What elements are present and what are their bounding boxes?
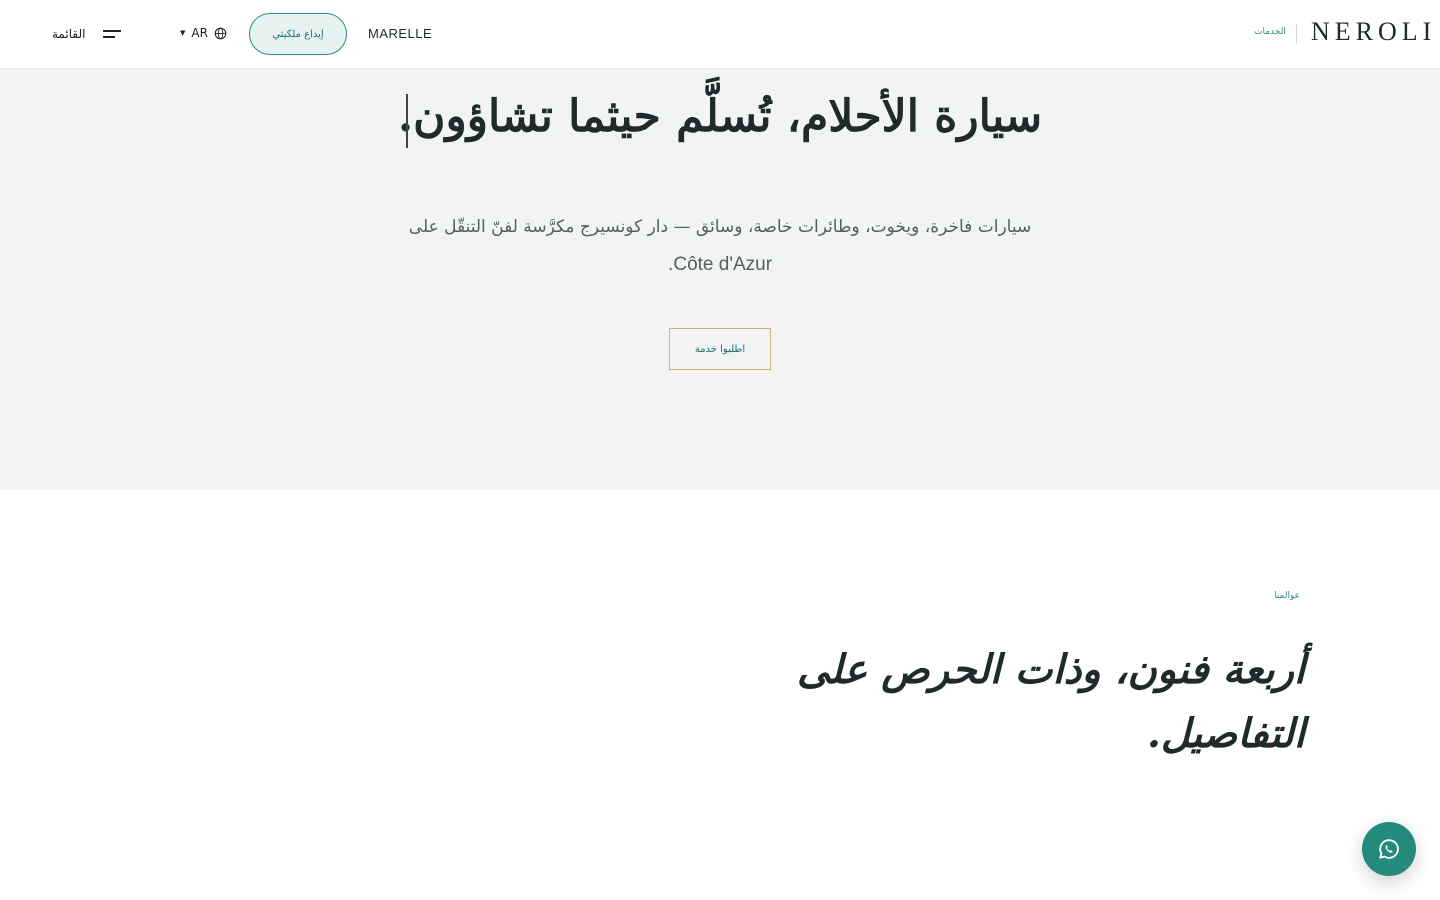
language-selector[interactable]: ▼ AR <box>180 24 227 42</box>
site-header: القائمة ▼ AR إيداع ملكيتي MARELLE الخدما… <box>0 0 1440 69</box>
hero-title: سيارة الأحلام، تُسلَّم حيثما تشاؤون. <box>397 91 1043 142</box>
hero-subtitle-place: Côte d'Azur <box>673 254 773 275</box>
services-link[interactable]: الخدمات <box>1254 27 1286 37</box>
deposit-property-button[interactable]: إيداع ملكيتي <box>249 13 347 55</box>
globe-icon <box>214 27 227 39</box>
whatsapp-icon <box>1379 839 1399 859</box>
logo-divider <box>1296 24 1297 44</box>
whatsapp-button[interactable] <box>1362 822 1416 876</box>
section-title: أربعة فنون، وذات الحرص على التفاصيل. <box>796 646 1305 757</box>
hero-subtitle-text: سيارات فاخرة، ويخوت، وطائرات خاصة، وسائق… <box>408 217 1032 237</box>
hero-subtitle: سيارات فاخرة، ويخوت، وطائرات خاصة، وسائق… <box>380 209 1060 284</box>
chevron-down-icon: ▼ <box>180 29 186 37</box>
hero-section: سيارة الأحلام، تُسلَّم حيثما تشاؤون. سيا… <box>0 69 1440 490</box>
marelle-link[interactable]: MARELLE <box>368 26 432 41</box>
menu-button[interactable]: القائمة <box>52 24 122 44</box>
site-logo[interactable]: NEROLI <box>1311 17 1436 47</box>
section-eyebrow: عوالمنا <box>1274 591 1300 601</box>
hamburger-icon <box>103 29 122 39</box>
menu-label: القائمة <box>52 27 86 41</box>
language-code: AR <box>191 26 208 40</box>
request-service-button[interactable]: اطلبوا خدمة <box>669 328 771 370</box>
typing-cursor <box>406 94 408 148</box>
